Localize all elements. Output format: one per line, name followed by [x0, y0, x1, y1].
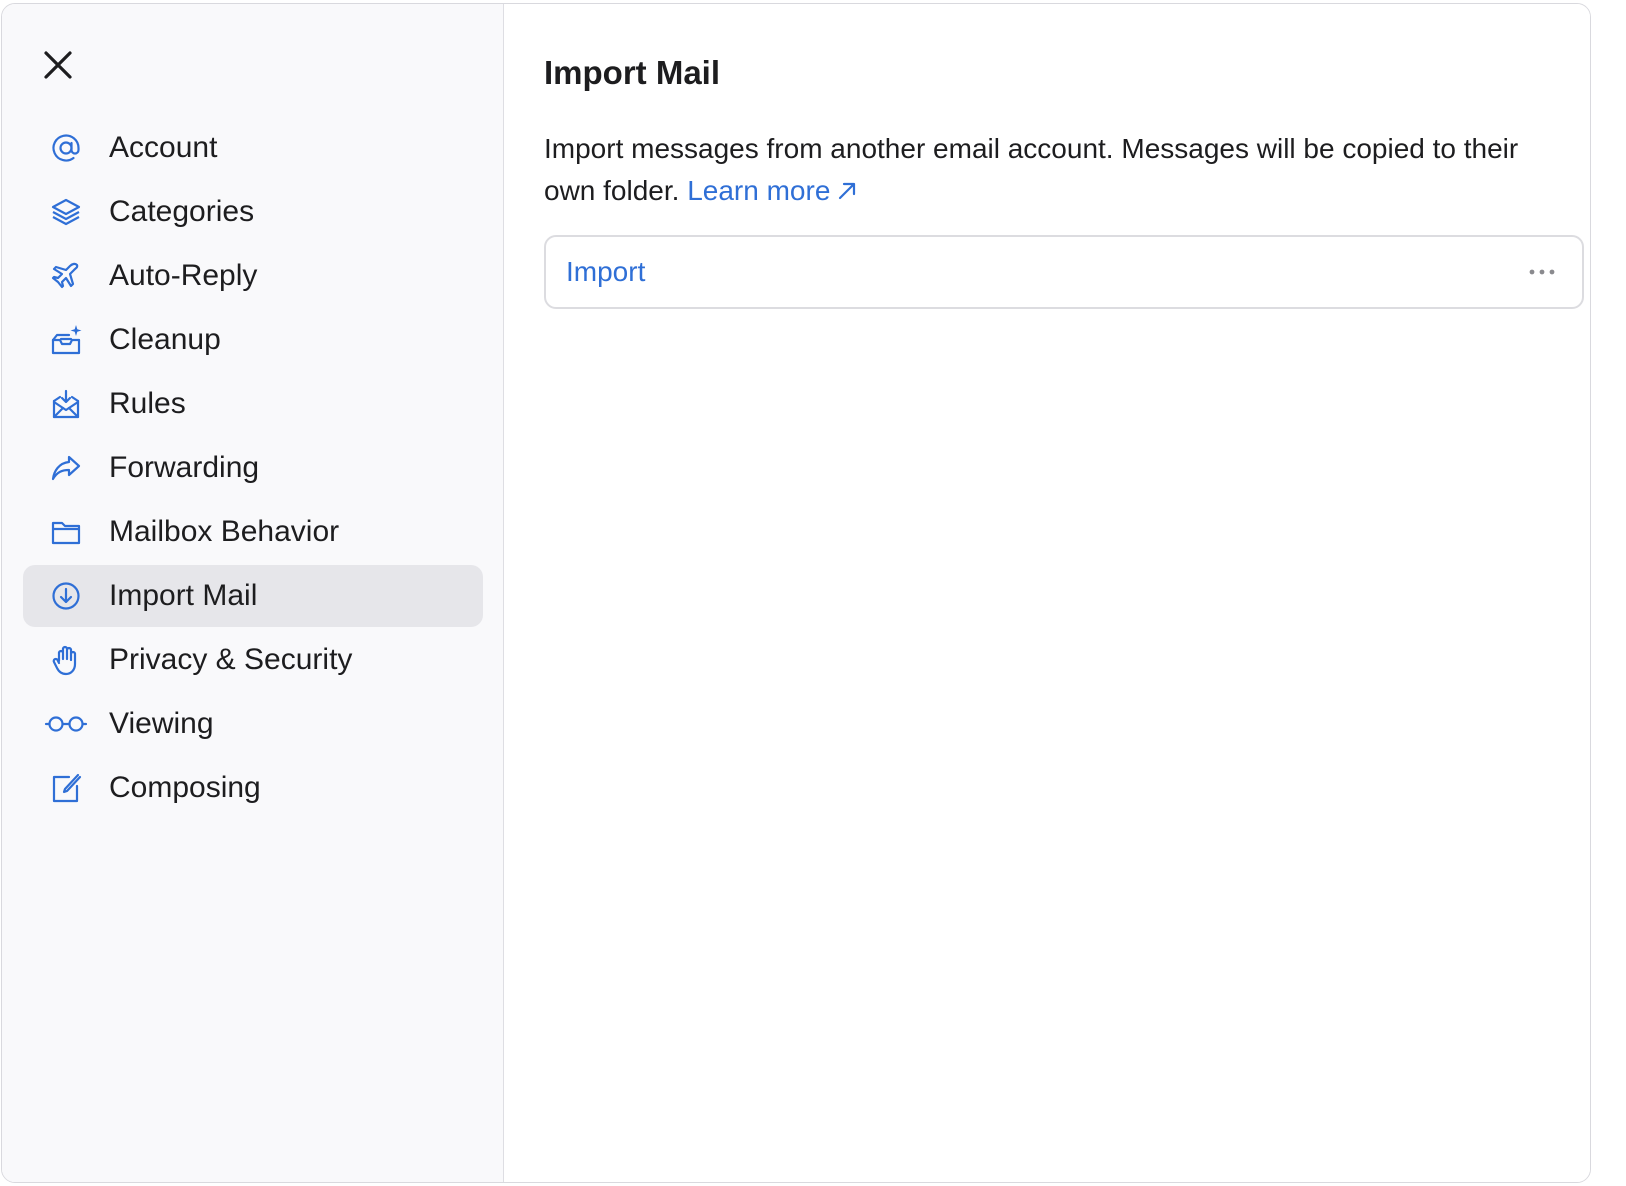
sidebar-item-auto-reply[interactable]: Auto-Reply — [23, 245, 483, 307]
sidebar-item-account[interactable]: Account — [23, 117, 483, 179]
sidebar-item-label: Composing — [109, 771, 261, 804]
settings-content: Import Mail Import messages from another… — [504, 4, 1590, 1182]
settings-sidebar: Account Categories Auto-Reply Cleanup Ru… — [2, 4, 504, 1182]
sidebar-item-categories[interactable]: Categories — [23, 181, 483, 243]
sidebar-item-label: Auto-Reply — [109, 259, 258, 292]
sidebar-item-import-mail[interactable]: Import Mail — [23, 565, 483, 627]
sidebar-item-label: Mailbox Behavior — [109, 515, 340, 548]
external-link-icon — [839, 182, 856, 200]
envelope-rules-icon — [23, 388, 109, 420]
sidebar-item-viewing[interactable]: Viewing — [23, 693, 483, 755]
more-options-button[interactable] — [1522, 252, 1562, 292]
page-title: Import Mail — [544, 54, 721, 91]
at-icon — [23, 132, 109, 164]
more-horizontal-icon — [1529, 269, 1555, 275]
tray-sparkle-icon — [23, 323, 109, 357]
airplane-icon — [23, 260, 109, 292]
settings-window: Account Categories Auto-Reply Cleanup Ru… — [1, 3, 1591, 1183]
sidebar-item-mailbox-behavior[interactable]: Mailbox Behavior — [23, 501, 483, 563]
sidebar-item-forwarding[interactable]: Forwarding — [23, 437, 483, 499]
sidebar-item-label: Account — [109, 131, 218, 164]
sidebar-item-label: Viewing — [109, 707, 214, 740]
sidebar-item-privacy-security[interactable]: Privacy & Security — [23, 629, 483, 691]
compose-icon — [23, 772, 109, 804]
layers-icon — [23, 196, 109, 228]
download-circle-icon — [23, 580, 109, 612]
learn-more-link[interactable]: Learn more — [687, 175, 858, 206]
sidebar-item-label: Categories — [109, 195, 255, 228]
forward-arrow-icon — [23, 452, 109, 484]
close-button[interactable] — [40, 47, 76, 83]
learn-more-label: Learn more — [687, 175, 831, 206]
sidebar-item-cleanup[interactable]: Cleanup — [23, 309, 483, 371]
sidebar-item-label: Privacy & Security — [109, 643, 353, 676]
sidebar-item-label: Forwarding — [109, 451, 260, 484]
sidebar-item-rules[interactable]: Rules — [23, 373, 483, 435]
sidebar-item-label: Rules — [109, 387, 186, 420]
folder-icon — [23, 516, 109, 548]
glasses-icon — [23, 712, 109, 736]
import-row: Import — [544, 235, 1584, 309]
hand-icon — [23, 644, 109, 676]
close-icon — [44, 51, 72, 79]
settings-nav: Account Categories Auto-Reply Cleanup Ru… — [23, 117, 483, 821]
sidebar-item-label: Import Mail — [109, 579, 258, 612]
sidebar-item-composing[interactable]: Composing — [23, 757, 483, 819]
sidebar-item-label: Cleanup — [109, 323, 221, 356]
import-description: Import messages from another email accou… — [544, 128, 1554, 212]
import-button[interactable]: Import — [566, 256, 645, 288]
